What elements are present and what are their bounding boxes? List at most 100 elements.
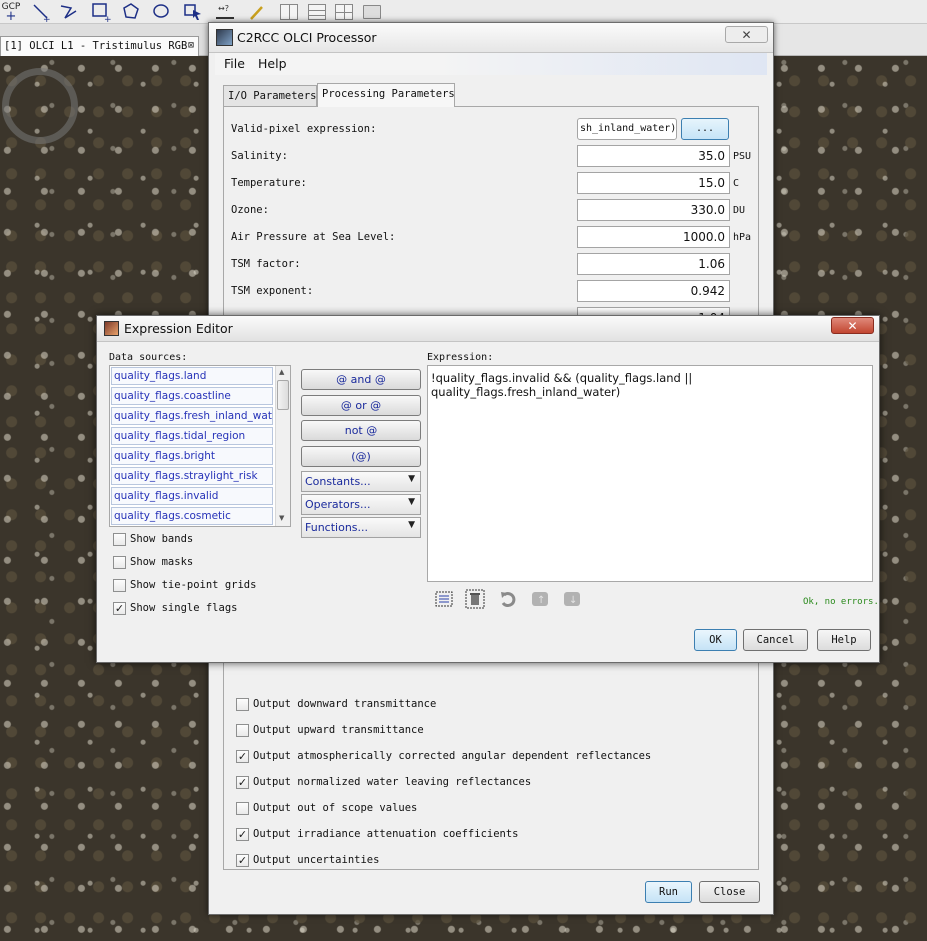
tsm-factor-label: TSM factor: [231,258,301,270]
list-item[interactable]: quality_flags.fresh_inland_water [111,407,273,425]
list-item[interactable]: quality_flags.invalid [111,487,273,505]
tab-bar-empty-area [774,24,927,55]
expression-text-area[interactable]: !quality_flags.invalid && (quality_flags… [427,365,873,582]
list-item[interactable]: quality_flags.bright [111,447,273,465]
scroll-down-icon[interactable]: ▼ [279,514,284,522]
tab-io-parameters[interactable]: I/O Parameters [223,85,317,107]
temperature-row: Temperature: 15.0 C [231,172,751,194]
air-pressure-label: Air Pressure at Sea Level: [231,231,396,243]
temperature-unit: C [733,178,740,189]
expression-status: Ok, no errors. [803,597,879,607]
temperature-input[interactable]: 15.0 [577,172,730,194]
svg-text:+: + [104,15,111,22]
or-operator-button[interactable]: @ or @ [301,395,421,416]
ellipse-tool-icon[interactable] [150,1,172,22]
checkbox[interactable] [236,724,249,737]
data-sources-scrollbar[interactable]: ▲ ▼ [275,366,290,526]
checkbox[interactable]: ✓ [113,602,126,615]
history-back-icon[interactable]: ↑ [529,588,551,610]
gcp-add-icon[interactable]: GCP + [0,1,22,23]
not-operator-button[interactable]: not @ [301,420,421,441]
checkbox[interactable]: ✓ [236,776,249,789]
checkbox[interactable] [113,556,126,569]
rectangle-tool-icon[interactable]: + [90,1,112,22]
snap-app-icon [216,29,233,46]
tsm-factor-input[interactable]: 1.06 [577,253,730,275]
salinity-input[interactable]: 35.0 [577,145,730,167]
checkbox-label: Output downward transmittance [253,698,437,710]
checkbox[interactable]: ✓ [236,854,249,867]
undo-icon[interactable] [497,588,519,610]
valid-pixel-expression-field[interactable]: sh_inland_water) [577,118,677,140]
checkbox[interactable] [236,698,249,711]
list-item[interactable]: quality_flags.tidal_region [111,427,273,445]
checkbox[interactable] [113,579,126,592]
edit-expression-button[interactable]: ... [681,118,729,140]
window-close-button[interactable]: ✕ [831,317,874,334]
and-operator-button[interactable]: @ and @ [301,369,421,390]
checkbox-label: Output out of scope values [253,802,418,814]
air-pressure-input[interactable]: 1000.0 [577,226,730,248]
magic-wand-icon[interactable] [246,1,268,22]
list-item[interactable]: quality_flags.coastline [111,387,273,405]
list-item[interactable]: quality_flags.cosmetic [111,507,273,525]
c2rcc-title-bar[interactable]: C2RCC OLCI Processor ✕ [209,23,773,53]
cancel-button[interactable]: Cancel [743,629,808,651]
checkbox[interactable] [113,533,126,546]
range-finder-icon[interactable]: ↔? [214,1,236,22]
c2rcc-title: C2RCC OLCI Processor [237,30,377,45]
svg-text:↓: ↓ [569,595,577,606]
window-close-button[interactable]: ✕ [725,26,768,43]
menu-help[interactable]: Help [258,56,287,71]
help-button[interactable]: Help [817,629,871,651]
checkbox-label: Output irradiance attenuation coefficien… [253,828,519,840]
run-button[interactable]: Run [645,881,692,903]
expression-editor-title-bar[interactable]: Expression Editor ✕ [97,316,879,342]
checkbox[interactable]: ✓ [236,828,249,841]
checkbox-label: Show tie-point grids [130,579,257,591]
tile-vertical-icon[interactable] [278,1,300,22]
expression-label: Expression: [427,352,494,363]
tab-processing-parameters[interactable]: Processing Parameters [317,83,455,107]
tile-grid-icon[interactable] [333,1,355,22]
close-button[interactable]: Close [699,881,760,903]
ozone-input[interactable]: 330.0 [577,199,730,221]
line-tool-icon[interactable]: + [30,1,52,22]
functions-dropdown[interactable]: Functions... ▼ [301,517,421,538]
select-tool-icon[interactable] [182,1,204,22]
scroll-thumb[interactable] [277,380,289,410]
svg-text:+: + [43,15,51,22]
checkbox[interactable] [236,802,249,815]
checkbox-label: Show bands [130,533,194,545]
checkbox-label: Output normalized water leaving reflecta… [253,776,532,788]
svg-text:↔?: ↔? [218,4,229,13]
parenthesis-button[interactable]: (@) [301,446,421,467]
operators-dropdown[interactable]: Operators... ▼ [301,494,421,515]
document-tab[interactable]: [1] OLCI L1 - Tristimulus RGB ⊠ [0,36,199,56]
list-item[interactable]: quality_flags.land [111,367,273,385]
scroll-up-icon[interactable]: ▲ [279,368,284,376]
checkbox[interactable]: ✓ [236,750,249,763]
close-tab-icon[interactable]: ⊠ [188,40,194,51]
history-forward-icon[interactable]: ↓ [561,588,583,610]
tile-horizontal-icon[interactable] [306,1,328,22]
valid-pixel-row: Valid-pixel expression: sh_inland_water)… [231,118,751,140]
clear-trash-icon[interactable] [464,588,486,610]
folder-icon[interactable] [361,1,383,22]
polygon-tool-icon[interactable] [120,1,142,22]
list-item[interactable]: quality_flags.straylight_risk [111,467,273,485]
menu-bar: File Help [215,53,767,75]
navigation-compass-icon[interactable] [2,68,78,144]
select-all-icon[interactable] [433,588,455,610]
menu-file[interactable]: File [224,56,245,71]
polyline-tool-icon[interactable] [58,1,80,22]
expression-editor-window: Expression Editor ✕ Data sources: qualit… [96,315,880,663]
svg-text:↑: ↑ [537,595,545,606]
constants-dropdown[interactable]: Constants... ▼ [301,471,421,492]
tsm-exponent-input[interactable]: 0.942 [577,280,730,302]
expression-editor-title: Expression Editor [124,321,233,336]
tsm-factor-row: TSM factor: 1.06 [231,253,751,275]
checkbox-label: Show masks [130,556,194,568]
ok-button[interactable]: OK [694,629,737,651]
ozone-unit: DU [733,205,746,216]
